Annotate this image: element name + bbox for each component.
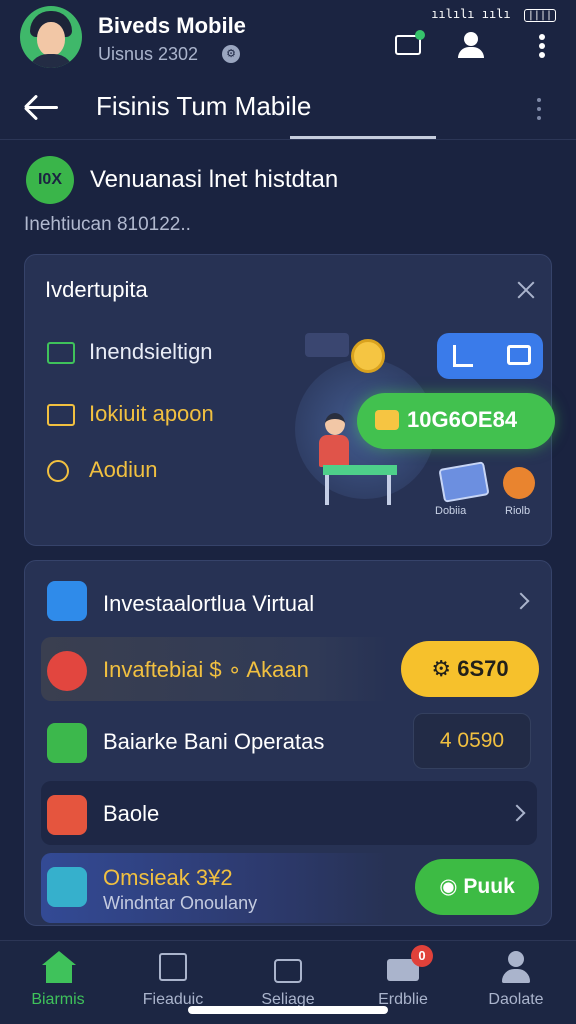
app-title: Biveds Mobile xyxy=(98,13,246,38)
tab-indicator xyxy=(290,136,436,139)
list-item-investment[interactable]: Investaalortlua Virtual xyxy=(41,569,537,633)
list-item-table[interactable]: Baole xyxy=(41,781,537,845)
more-menu-icon[interactable] xyxy=(532,32,552,60)
list-item-label: Baiarke Bani Operatas xyxy=(103,729,325,754)
tools-chip xyxy=(437,333,543,379)
nav-more-icon[interactable] xyxy=(533,94,545,124)
tab-label: Daolate xyxy=(488,991,544,1008)
amount-button-label: 6S70 xyxy=(457,656,509,681)
profile-icon[interactable] xyxy=(455,30,487,58)
list-item-label: Invaftebiai $ ∘ Akaan xyxy=(103,657,309,682)
actions-card: Investaalortlua Virtual Invaftebiai $ ∘ … xyxy=(24,560,552,926)
illustration-caption: Dobiia xyxy=(435,505,467,517)
rocket-icon xyxy=(503,467,535,499)
gift-icon xyxy=(47,651,87,691)
list-item-balance-ops[interactable]: Baiarke Bani Operatas 4 0590 xyxy=(41,709,537,773)
overview-card: Ivdertupita Inendsieltign Iokiuit apoon … xyxy=(24,254,555,546)
finance-illustration: 10G6OE84 Dobiia Riolb xyxy=(275,299,555,535)
feature-label: Iokiuit apoon xyxy=(89,401,214,426)
avatar[interactable] xyxy=(20,6,82,68)
battery-icon: |||| xyxy=(523,9,556,22)
pin-icon xyxy=(47,460,69,482)
user-icon xyxy=(500,951,532,983)
layout-icon xyxy=(47,404,75,426)
app-subtitle: Uisnus 2302 xyxy=(98,44,199,64)
list-item-label: Omsieak 3¥2 xyxy=(103,865,233,890)
top-app-bar: Biveds Mobile Uisnus 2302 ⚙ ıılılı ıılı … xyxy=(0,0,576,80)
tab-label: Biarmis xyxy=(31,991,85,1008)
section-title: Venuanasi lnet histdtan xyxy=(90,166,339,193)
person-at-desk-graphic xyxy=(315,413,405,553)
amount-button[interactable]: ⚙ 6S70 xyxy=(401,641,539,697)
cards-icon xyxy=(47,795,87,835)
section-header: I0X Venuanasi lnet histdtan xyxy=(26,156,556,206)
balance-value: 10G6OE84 xyxy=(407,407,518,432)
avatar-face xyxy=(37,22,65,56)
chevron-right-icon xyxy=(508,804,526,822)
coin-icon xyxy=(351,339,385,373)
confirm-button[interactable]: ◉ Puuk xyxy=(415,859,539,915)
check-icon xyxy=(47,867,87,907)
signal-indicator: ıılılı ıılı xyxy=(431,7,511,21)
frame-icon xyxy=(157,951,189,983)
list-item-sublabel: Windntar Onoulany xyxy=(103,893,258,913)
avatar-body xyxy=(28,54,74,68)
nav-bar: Fisinis Tum Mabile xyxy=(0,80,576,140)
confirm-button-label: Puuk xyxy=(463,875,515,898)
settings-icon[interactable]: ⚙ xyxy=(222,45,240,63)
calendar-icon[interactable] xyxy=(393,30,425,58)
chart-icon xyxy=(453,345,473,367)
list-item-summary[interactable]: Omsieak 3¥2 Windntar Onoulany ◉ Puuk xyxy=(41,853,539,923)
brand-badge-icon: I0X xyxy=(26,156,74,204)
list-item-label: Baole xyxy=(103,801,160,826)
balance-ops-button[interactable]: 4 0590 xyxy=(413,713,531,769)
floating-card-graphic xyxy=(305,333,349,357)
feature-label: Aodiun xyxy=(89,457,158,482)
mail-icon: 0 xyxy=(387,945,433,983)
list-item-label: Investaalortlua Virtual xyxy=(103,591,315,616)
grid-icon xyxy=(47,342,75,364)
home-icon xyxy=(42,951,76,983)
close-icon[interactable] xyxy=(515,279,537,301)
chart-tile-graphic xyxy=(438,461,490,503)
tools-icon xyxy=(47,581,87,621)
home-indicator xyxy=(188,1006,388,1014)
page-title: Fisinis Tum Mabile xyxy=(96,91,312,121)
list-item-invest-action[interactable]: Invaftebiai $ ∘ Akaan ⚙ 6S70 xyxy=(41,637,539,701)
status-bar: ıılılı ıılı |||| xyxy=(431,7,556,22)
overview-card-title: Ivdertupita xyxy=(45,277,148,302)
back-arrow-icon[interactable] xyxy=(22,90,62,126)
wallet-icon xyxy=(507,345,531,365)
illustration-caption: Riolb xyxy=(505,505,531,517)
bag-icon xyxy=(272,951,304,983)
notification-badge: 0 xyxy=(411,945,433,967)
shield-icon xyxy=(47,723,87,763)
tab-profile[interactable]: Daolate xyxy=(466,947,566,1017)
section-subtitle: Inehtiucan 810122.. xyxy=(24,214,191,235)
chevron-right-icon xyxy=(512,592,530,610)
tab-home[interactable]: Biarmis xyxy=(8,947,108,1017)
feature-label: Inendsieltign xyxy=(89,339,213,364)
